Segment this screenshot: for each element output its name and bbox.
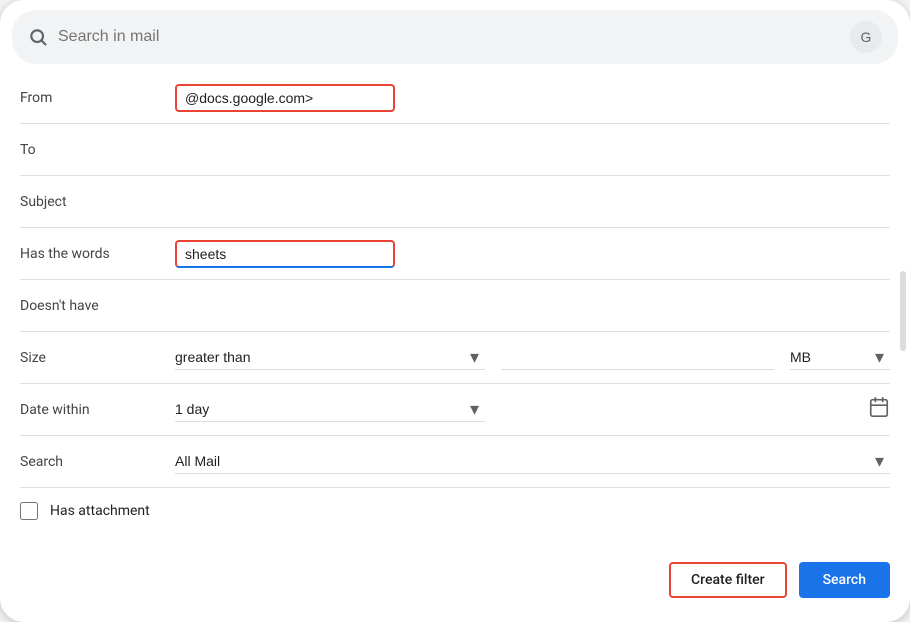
search-in-select[interactable]: All Mail Inbox Starred Sent Drafts Spam … [175,449,890,474]
from-row: From [20,72,890,124]
bottom-bar: Create filter Search [0,550,910,618]
subject-input[interactable] [175,190,890,214]
has-attachment-row: Has attachment [20,488,890,530]
search-input[interactable] [58,28,832,46]
from-input[interactable] [175,84,395,112]
date-type-wrapper: 1 day 3 days 1 week 2 weeks 1 month 2 mo… [175,397,485,422]
doesnt-have-label: Doesn't have [20,298,175,314]
calendar-icon[interactable] [868,396,890,423]
size-unit-wrapper: MB KB Bytes ▾ [790,345,890,370]
search-bar-container: G [12,10,898,64]
avatar: G [861,29,872,45]
has-words-row: Has the words [20,228,890,280]
to-row: To [20,124,890,176]
doesnt-have-row: Doesn't have [20,280,890,332]
has-attachment-checkbox[interactable] [20,502,38,520]
has-words-input[interactable] [175,240,395,268]
date-within-row: Date within 1 day 3 days 1 week 2 weeks … [20,384,890,436]
avatar-button[interactable]: G [850,21,882,53]
date-within-select[interactable]: 1 day 3 days 1 week 2 weeks 1 month 2 mo… [175,397,485,422]
has-attachment-label: Has attachment [50,503,150,519]
search-in-wrapper: All Mail Inbox Starred Sent Drafts Spam … [175,449,890,474]
to-input[interactable] [175,138,890,162]
date-select-wrapper: 1 day 3 days 1 week 2 weeks 1 month 2 mo… [175,396,890,423]
create-filter-button[interactable]: Create filter [669,562,787,598]
size-type-select[interactable]: greater than less than [175,345,485,370]
search-form: From To Subject Has the words Doesn't ha… [0,64,910,550]
subject-row: Subject [20,176,890,228]
search-icon [28,27,48,47]
from-label: From [20,90,175,106]
size-type-wrapper: greater than less than ▾ [175,345,485,370]
date-within-label: Date within [20,402,175,418]
search-dialog: G From To Subject Has the words Doesn't … [0,0,910,622]
size-number-input[interactable] [501,345,774,370]
size-unit-select[interactable]: MB KB Bytes [790,345,890,370]
search-button[interactable]: Search [799,562,890,598]
scrollbar [900,271,906,351]
to-label: To [20,142,175,158]
subject-label: Subject [20,194,175,210]
search-in-label: Search [20,454,175,470]
search-in-row: Search All Mail Inbox Starred Sent Draft… [20,436,890,488]
size-row: Size greater than less than ▾ MB KB Byte… [20,332,890,384]
doesnt-have-input[interactable] [175,294,890,318]
size-label: Size [20,350,175,366]
has-words-label: Has the words [20,246,175,262]
